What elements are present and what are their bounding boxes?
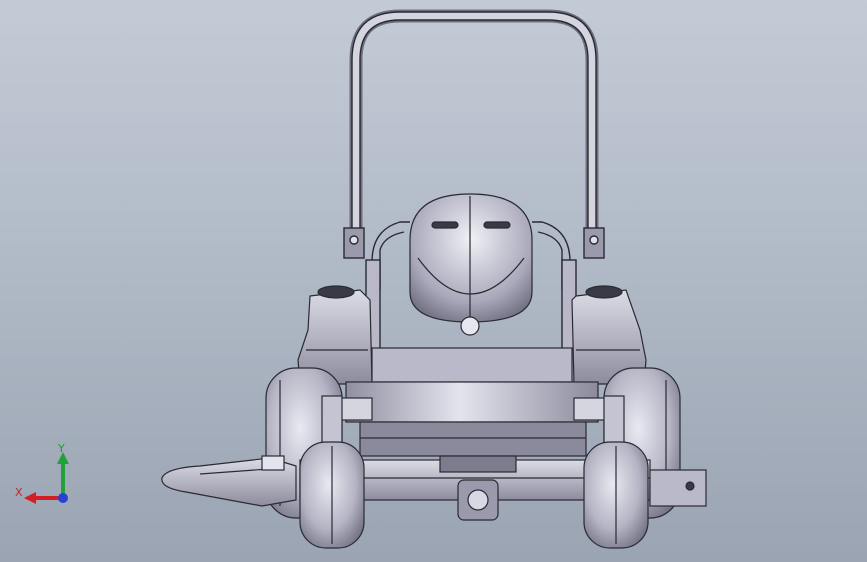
operator-seat [409,193,533,336]
discharge-chute [161,455,297,507]
graphics-viewport[interactable]: X Y [0,0,867,562]
coordinate-triad: X Y [10,440,80,510]
mower-model[interactable] [0,0,867,562]
z-axis-dot [58,493,68,503]
x-axis-label: X [15,486,23,499]
triad-axes [24,452,69,504]
y-axis-label: Y [58,442,65,455]
deck-bracket [649,469,707,507]
